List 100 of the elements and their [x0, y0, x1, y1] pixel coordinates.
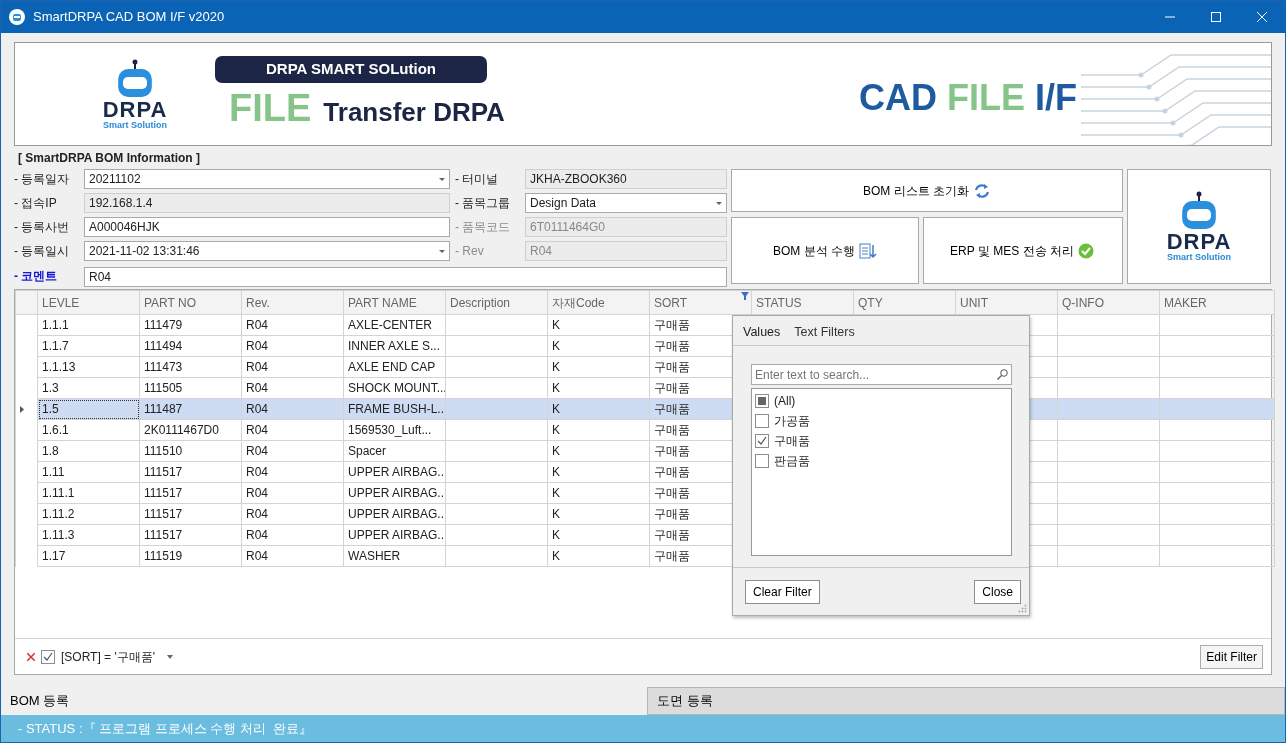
- refresh-icon: [973, 182, 991, 199]
- checkbox[interactable]: [755, 414, 769, 428]
- dropdown[interactable]: 20211102: [84, 169, 450, 189]
- input-field[interactable]: JKHA-ZBOOK360: [525, 169, 727, 189]
- column-header[interactable]: Rev.: [246, 295, 270, 310]
- table-cell: R04: [246, 444, 268, 458]
- slogan-banner: DRPA SMART SOLution: [215, 56, 487, 83]
- table-cell: 구매품: [654, 339, 690, 353]
- checkbox[interactable]: [755, 394, 769, 408]
- table-cell: 구매품: [654, 360, 690, 374]
- table-cell: K: [552, 360, 560, 374]
- table-cell: K: [552, 549, 560, 563]
- table-cell: 구매품: [654, 486, 690, 500]
- table-cell: K: [552, 486, 560, 500]
- caret-icon[interactable]: [167, 654, 174, 659]
- edit-filter-button[interactable]: Edit Filter: [1200, 644, 1263, 669]
- app-icon: [9, 9, 25, 25]
- table-cell: UPPER AIRBAG...: [348, 486, 445, 500]
- table-cell: 1.11: [42, 465, 65, 479]
- column-header[interactable]: QTY: [858, 295, 883, 310]
- table-cell: 구매품: [654, 528, 690, 542]
- logo-subtext: Smart Solution: [1167, 253, 1231, 262]
- input-field[interactable]: R04: [84, 267, 727, 287]
- table-cell: R04: [246, 402, 268, 416]
- table-cell: 1.11.1: [42, 486, 75, 500]
- popup-button[interactable]: Close: [974, 579, 1021, 604]
- table-cell: K: [552, 528, 560, 542]
- table-cell: 2K0111467D0: [144, 423, 219, 437]
- field-label: - 등록일자: [14, 171, 71, 188]
- table-cell: R04: [246, 507, 268, 521]
- input-field[interactable]: A000046HJK: [84, 217, 450, 237]
- search-field[interactable]: Enter text to search...: [751, 364, 1012, 385]
- table-cell: 1.8: [42, 444, 59, 458]
- table-cell: 111519: [144, 549, 183, 563]
- filter-icon[interactable]: [741, 292, 749, 300]
- table-cell: R04: [246, 465, 268, 479]
- logo-subtext: Smart Solution: [103, 120, 167, 130]
- table-cell: 1569530_Luft...: [348, 423, 432, 437]
- maximize-icon[interactable]: [1211, 12, 1221, 22]
- table-cell: 1.5: [42, 402, 59, 416]
- field-label: - 접속IP: [14, 195, 58, 212]
- filter-expression: [SORT] = '구매품': [61, 648, 156, 666]
- resize-grip-icon[interactable]: [1018, 604, 1027, 613]
- action-button[interactable]: BOM 리스트 초기화: [731, 169, 1123, 212]
- table-cell: Spacer: [348, 444, 387, 458]
- check-icon: [43, 651, 53, 662]
- table-cell: K: [552, 465, 560, 479]
- column-header[interactable]: SORT: [654, 295, 688, 310]
- table-cell: 구매품: [654, 318, 690, 332]
- table-cell: R04: [246, 360, 268, 374]
- checkbox[interactable]: [41, 649, 55, 664]
- close-icon[interactable]: [1257, 12, 1267, 22]
- field-label: - 터미널: [454, 171, 500, 188]
- table-cell: K: [552, 381, 560, 395]
- table-cell: R04: [246, 318, 268, 332]
- search-icon: [997, 369, 1008, 380]
- field-label: - 코멘트: [14, 268, 59, 285]
- column-header[interactable]: UNIT: [960, 295, 988, 310]
- table-cell: 111494: [144, 339, 183, 353]
- action-button[interactable]: BOM 분석 수행: [731, 217, 919, 284]
- table-cell: 구매품: [654, 423, 690, 437]
- table-cell: 구매품: [654, 444, 690, 458]
- table-cell: K: [552, 318, 560, 332]
- clear-filter-icon[interactable]: [27, 652, 35, 661]
- input-field[interactable]: 192.168.1.4: [84, 193, 450, 213]
- checkbox[interactable]: [755, 434, 769, 448]
- table-cell: 111505: [144, 381, 183, 395]
- table-cell: 1.17: [42, 549, 66, 563]
- table-cell: 1.6.1: [42, 423, 69, 437]
- field-label: - 품목그룹: [454, 195, 512, 212]
- tab[interactable]: 도면 등록: [647, 687, 1285, 715]
- table-cell: 1.11.2: [42, 507, 75, 521]
- table-cell: K: [552, 402, 560, 416]
- table-cell: K: [552, 423, 560, 437]
- table-cell: K: [552, 444, 560, 458]
- table-cell: 구매품: [654, 507, 690, 521]
- check-circle-icon: [1077, 242, 1096, 259]
- table-cell: UPPER AIRBAG...: [348, 465, 445, 479]
- field-label: - 등록일시: [14, 243, 71, 260]
- table-cell: R04: [246, 339, 268, 353]
- table-cell: 1.1.1: [42, 318, 69, 332]
- field-label: - 등록사번: [14, 219, 71, 236]
- table-cell: R04: [246, 381, 268, 395]
- dropdown[interactable]: 2021-11-02 13:31:46: [84, 241, 450, 261]
- popup-button[interactable]: Clear Filter: [745, 579, 820, 604]
- table-cell: 111517: [144, 465, 183, 479]
- status-bar: - STATUS :『 프로그램 프로세스 수행 처리 완료』: [1, 715, 1285, 742]
- table-cell: 구매품: [654, 549, 690, 563]
- table-cell: R04: [246, 423, 268, 437]
- action-button[interactable]: ERP 및 MES 전송 처리: [923, 217, 1123, 284]
- row-indicator-icon: [20, 405, 24, 413]
- table-cell: 1.1.7: [42, 339, 69, 353]
- logo-text: DRPA: [102, 98, 168, 121]
- table-cell: 구매품: [654, 381, 690, 395]
- dropdown[interactable]: Design Data: [525, 193, 727, 213]
- table-cell: R04: [246, 486, 268, 500]
- table-cell: 111510: [144, 444, 183, 458]
- checkbox[interactable]: [755, 454, 769, 468]
- headline-accent: FILE: [229, 88, 312, 127]
- table-cell: 1.1.13: [42, 360, 76, 374]
